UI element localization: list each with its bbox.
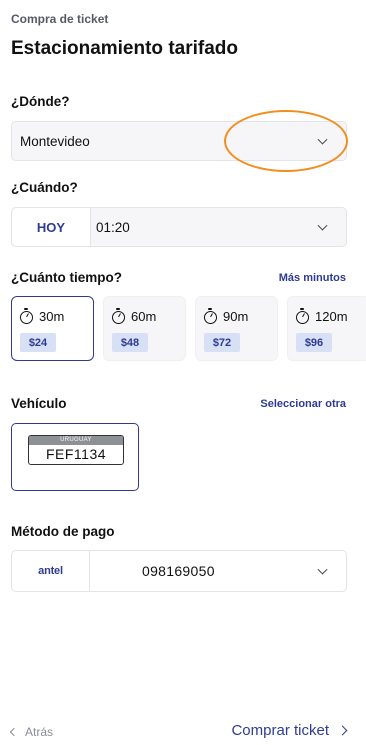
today-button[interactable]: HOY [12, 208, 91, 246]
price-badge: $48 [112, 333, 148, 352]
duration-label: ¿Cuánto tiempo? [11, 270, 122, 285]
duration-time: 120m [315, 309, 348, 324]
plate-number: FEF1134 [45, 446, 107, 462]
duration-time: 60m [131, 309, 157, 324]
chevron-left-icon [9, 727, 19, 737]
back-label: Atrás [25, 725, 54, 739]
where-label: ¿Dónde? [11, 94, 70, 109]
chevron-down-icon [317, 134, 328, 145]
vehicle-label: Vehículo [11, 396, 67, 411]
duration-option-60m[interactable]: 60m $48 [103, 296, 186, 361]
duration-option-90m[interactable]: 90m $72 [195, 296, 278, 361]
time-select[interactable]: HOY 01:20 [11, 207, 347, 247]
back-button[interactable]: Atrás [9, 725, 54, 739]
more-minutes-link[interactable]: Más minutos [279, 272, 346, 284]
city-select[interactable]: Montevideo [11, 121, 347, 161]
breadcrumb: Compra de ticket [11, 12, 109, 26]
price-badge: $96 [296, 333, 332, 352]
antel-logo: antel [12, 551, 90, 591]
duration-time: 90m [223, 309, 249, 324]
page-title: Estacionamiento tarifado [11, 38, 238, 59]
license-plate: URUGUAY FEF1134 [28, 435, 124, 465]
plate-country: URUGUAY [29, 436, 123, 445]
duration-option-120m[interactable]: 120m $96 [287, 296, 366, 361]
when-label: ¿Cuándo? [11, 180, 78, 195]
time-select-value: 01:20 [96, 219, 130, 235]
chevron-down-icon [317, 220, 328, 231]
buy-ticket-button[interactable]: Comprar ticket [231, 722, 348, 739]
select-other-vehicle-link[interactable]: Seleccionar otra [260, 398, 346, 410]
stopwatch-icon [112, 307, 125, 324]
payment-method-select[interactable]: antel 098169050 [11, 550, 347, 592]
stopwatch-icon [20, 307, 33, 324]
duration-time: 30m [39, 309, 65, 324]
city-select-value: Montevideo [20, 133, 90, 149]
vehicle-card[interactable]: URUGUAY FEF1134 [11, 423, 139, 491]
stopwatch-icon [296, 307, 309, 324]
buy-ticket-label: Comprar ticket [231, 722, 329, 739]
ticket-purchase-screen: Compra de ticket Estacionamiento tarifad… [0, 0, 366, 745]
chevron-right-icon [337, 725, 348, 736]
duration-option-30m[interactable]: 30m $24 [11, 296, 94, 361]
payment-number: 098169050 [142, 563, 215, 579]
price-badge: $24 [20, 333, 56, 352]
stopwatch-icon [204, 307, 217, 324]
payment-label: Método de pago [11, 524, 115, 539]
price-badge: $72 [204, 333, 240, 352]
duration-options: 30m $24 60m $48 90m $72 120m $96 [11, 296, 366, 361]
chevron-down-icon [317, 564, 328, 575]
